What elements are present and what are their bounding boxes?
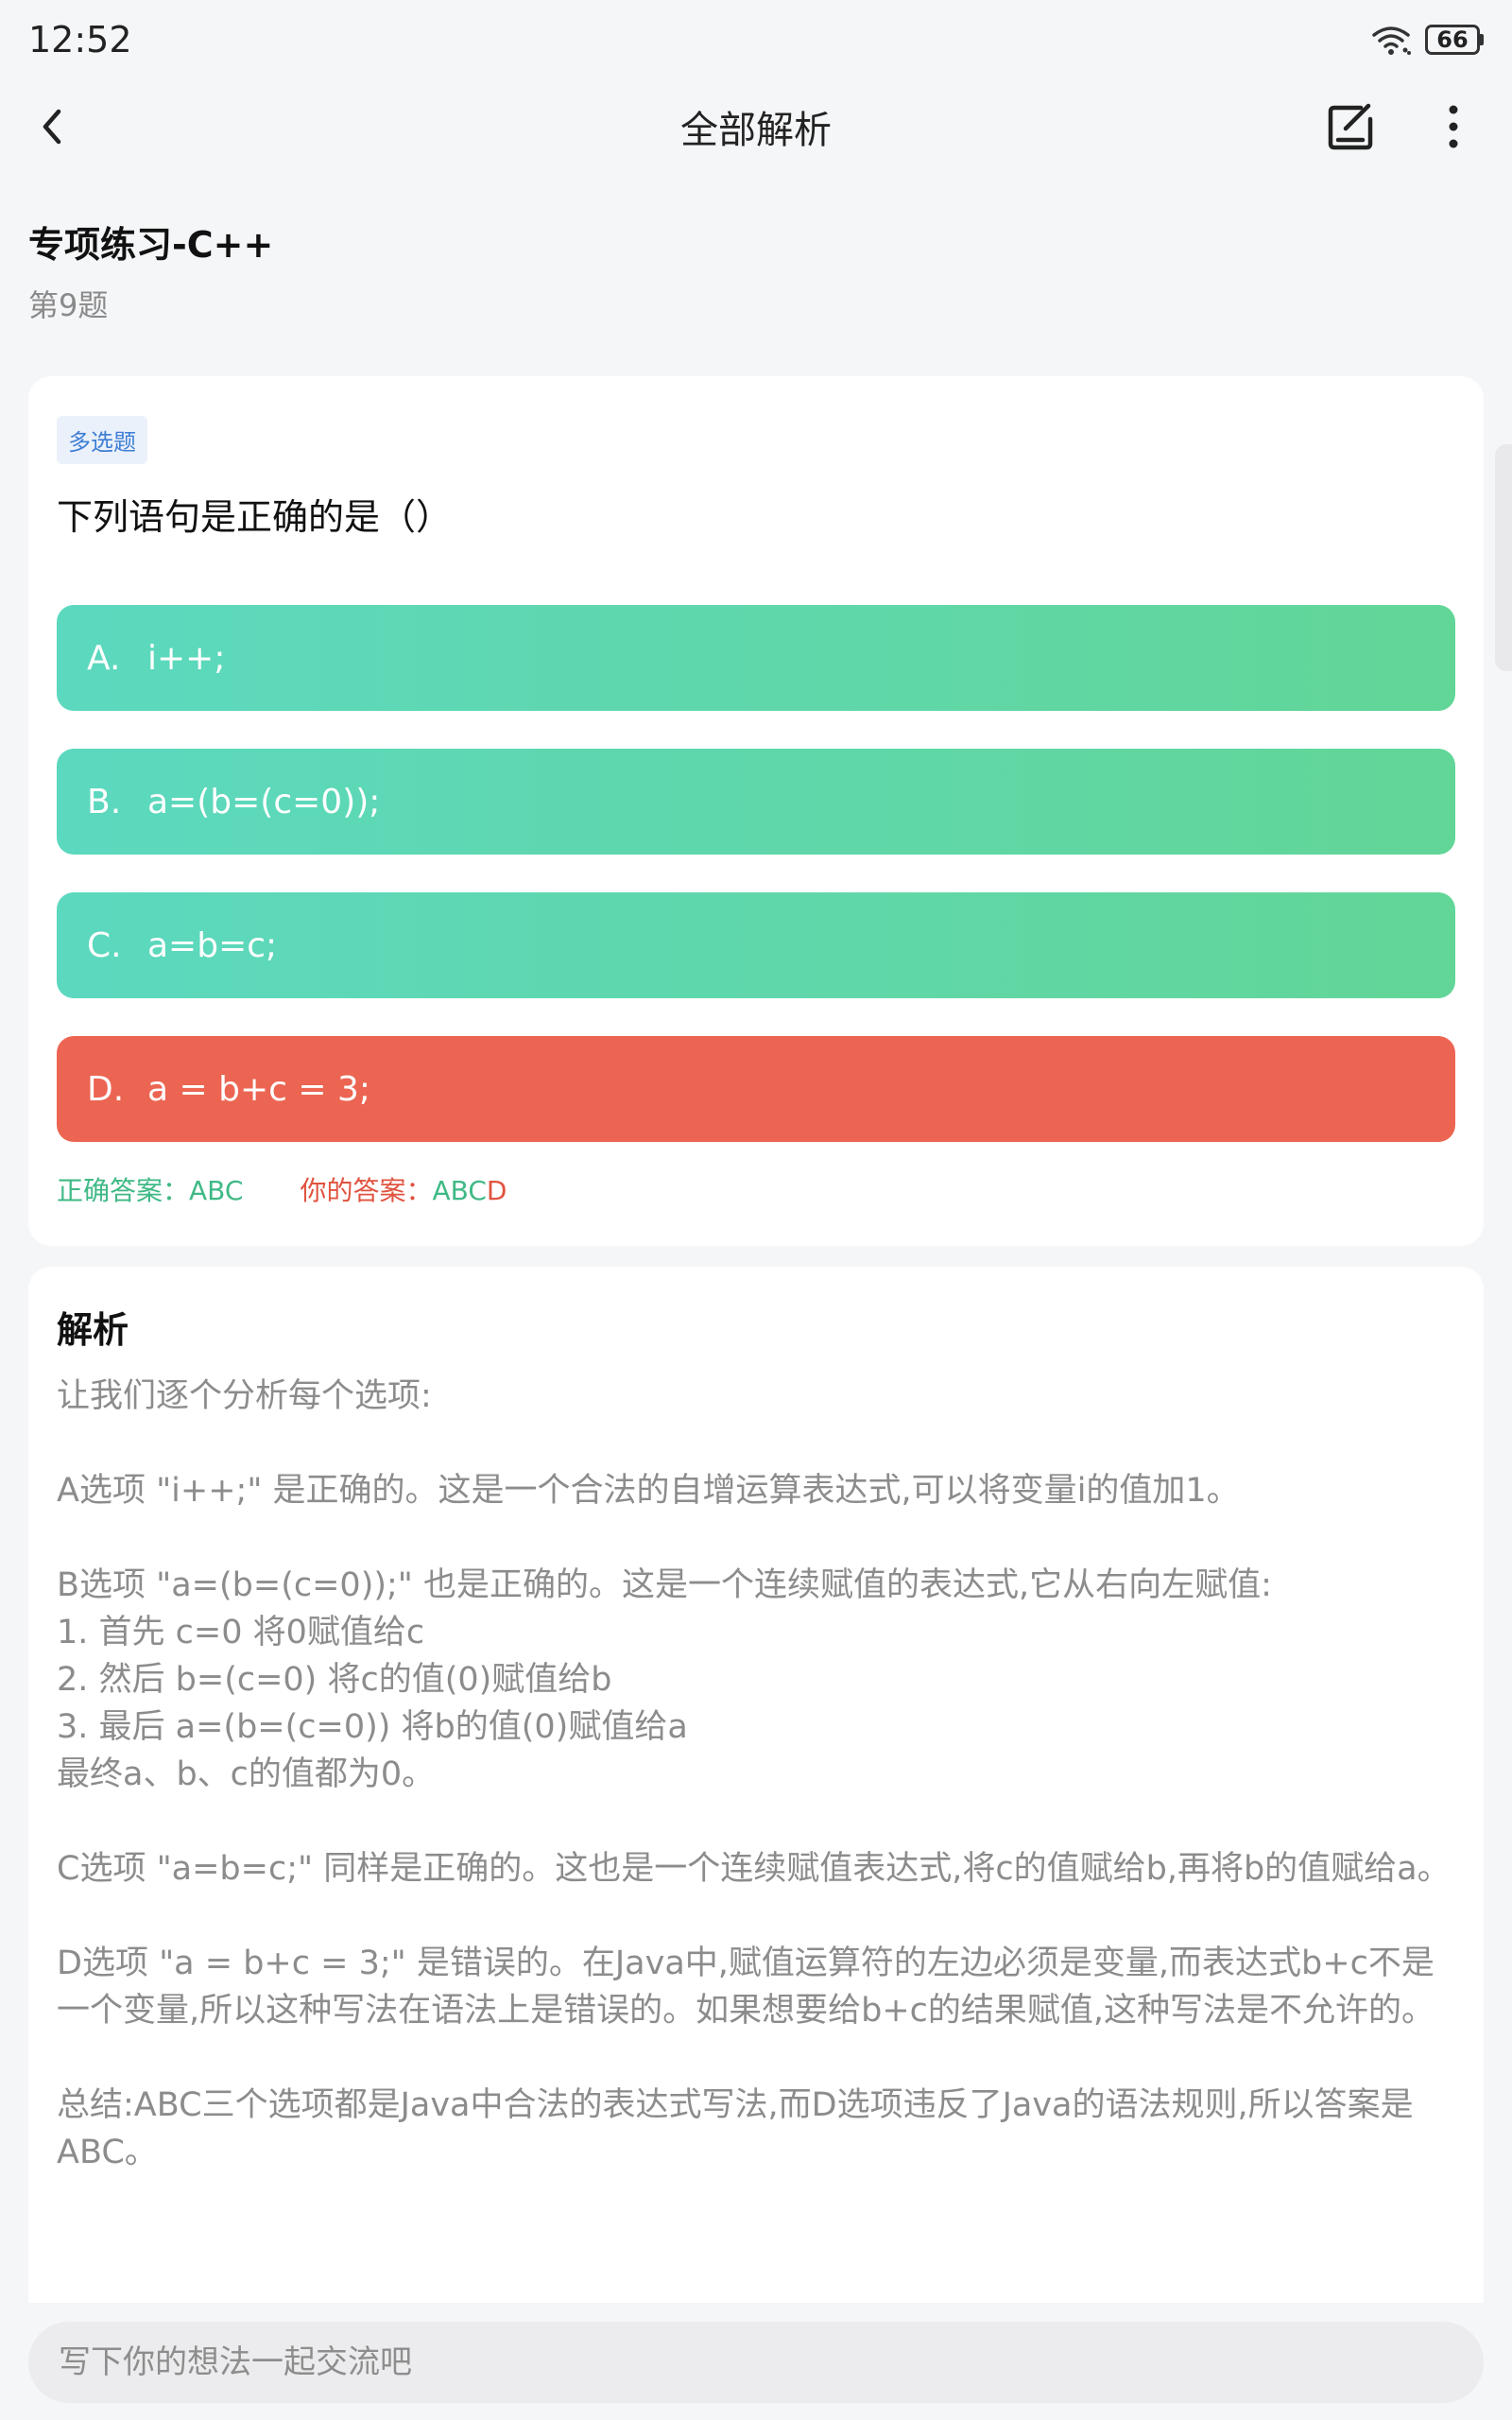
option-letter: C. [87,925,122,965]
status-icons: 66 [1370,24,1484,56]
question-type-badge: 多选题 [57,416,147,464]
option-d[interactable]: D. a = b+c = 3; [57,1036,1455,1142]
user-answer-correct-part: ABC [432,1175,487,1206]
nav-bar: 全部解析 [0,79,1512,174]
edit-note-icon[interactable] [1323,100,1378,155]
question-text: 下列语句是正确的是（） [57,496,453,538]
more-vertical-icon[interactable] [1431,102,1476,151]
status-time: 12:52 [28,19,132,60]
analysis-card: 解析 让我们逐个分析每个选项: A选项 "i++;" 是正确的。这是一个合法的自… [28,1267,1484,2325]
analysis-line: 总结:ABC三个选项都是Java中合法的表达式写法,而D选项违反了Java的语法… [57,2086,1414,2171]
user-answer-label: 你的答案： [300,1175,433,1206]
analysis-line: D选项 "a = b+c = 3;" 是错误的。在Java中,赋值运算符的左边必… [57,1945,1435,2030]
option-b[interactable]: B. a=(b=(c=0)); [57,749,1455,855]
answer-row: 正确答案：ABC 你的答案：ABCD [57,1170,507,1208]
question-number: 第9题 [28,287,109,323]
analysis-line: B选项 "a=(b=(c=0));" 也是正确的。这是一个连续赋值的表达式,它从… [57,1566,1272,1604]
battery-icon: 66 [1425,25,1484,55]
wifi-icon [1372,26,1411,55]
option-text: a = b+c = 3; [147,1069,371,1109]
analysis-line: C选项 "a=b=c;" 同样是正确的。这也是一个连续赋值表达式,将c的值赋给b… [57,1850,1451,1888]
option-text: i++; [147,638,226,678]
page: 12:52 66 全部解析 专项练习-C++ 第9题 多选题 下列语句是正确的是… [0,0,1512,2420]
analysis-title: 解析 [57,1309,129,1351]
option-text: a=(b=(c=0)); [147,782,381,821]
side-drawer-handle[interactable] [1495,444,1512,671]
analysis-line: 3. 最后 a=(b=(c=0)) 将b的值(0)赋值给a [57,1708,688,1746]
correct-answer: 正确答案：ABC [57,1175,244,1206]
user-answer: 你的答案：ABCD [300,1170,507,1208]
analysis-line: 2. 然后 b=(c=0) 将c的值(0)赋值给b [57,1661,612,1699]
analysis-line: A选项 "i++;" 是正确的。这是一个合法的自增运算表达式,可以将变量i的值加… [57,1472,1240,1510]
page-title: 全部解析 [680,109,832,152]
bottom-bar [0,2303,1512,2420]
comment-input[interactable] [28,2322,1484,2403]
option-letter: A. [87,638,121,678]
option-letter: B. [87,782,122,821]
analysis-line: 最终a、b、c的值都为0。 [57,1755,436,1793]
option-a[interactable]: A. i++; [57,605,1455,711]
back-button[interactable] [28,102,77,151]
option-c[interactable]: C. a=b=c; [57,892,1455,998]
section-title: 专项练习-C++ [28,224,274,266]
analysis-body: 让我们逐个分析每个选项: A选项 "i++;" 是正确的。这是一个合法的自增运算… [57,1373,1465,2176]
battery-level: 66 [1425,25,1480,55]
option-text: a=b=c; [147,925,278,965]
option-letter: D. [87,1069,125,1109]
status-bar: 12:52 66 [0,0,1512,79]
question-card: 多选题 下列语句是正确的是（） A. i++; B. a=(b=(c=0)); … [28,376,1484,1246]
user-answer-wrong-part: D [486,1175,507,1206]
analysis-line: 1. 首先 c=0 将0赋值给c [57,1614,425,1651]
analysis-line: 让我们逐个分析每个选项: [57,1377,432,1415]
